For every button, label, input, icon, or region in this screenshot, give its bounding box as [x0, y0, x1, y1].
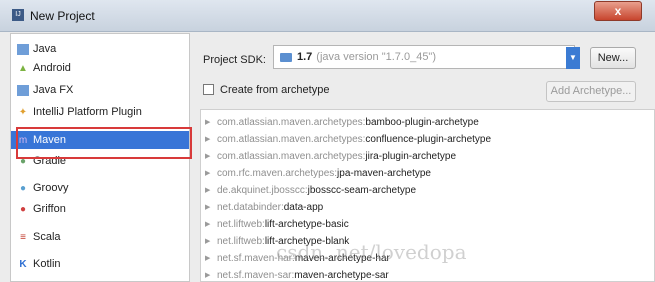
close-button[interactable]: x: [594, 1, 642, 21]
window-title: New Project: [30, 9, 95, 23]
intellij-app-icon: IJ: [12, 9, 24, 21]
project-sdk-label: Project SDK:: [203, 54, 266, 66]
sidebar-item-android[interactable]: ▲ Android: [17, 59, 185, 77]
android-icon: ▲: [18, 62, 28, 74]
expand-arrow-icon[interactable]: ▶: [205, 152, 217, 160]
sidebar-item-label: Gradle: [33, 155, 67, 167]
archetype-group: net.sf.maven-sar:: [217, 269, 295, 281]
archetype-row[interactable]: ▶ com.atlassian.maven.archetypes: conflue…: [205, 131, 645, 147]
create-from-archetype-label[interactable]: Create from archetype: [220, 84, 329, 96]
scala-icon: ≡: [20, 231, 26, 243]
chevron-down-icon[interactable]: ▼: [566, 47, 580, 69]
archetype-row[interactable]: ▶ com.atlassian.maven.archetypes: bamboo-…: [205, 114, 645, 130]
sidebar-item-scala[interactable]: ≡ Scala: [17, 228, 185, 246]
sidebar-item-label: Java: [33, 43, 57, 55]
archetype-artifact: data-app: [283, 201, 324, 213]
java-folder-icon: [17, 43, 29, 55]
project-sdk-select[interactable]: 1.7 (java version "1.7.0_45"): [273, 45, 575, 69]
project-sdk-label-text: Project SDK:: [203, 54, 266, 66]
archetype-row[interactable]: ▶ net.liftweb: lift-archetype-blank: [205, 233, 645, 249]
sidebar-item-label: Kotlin: [33, 258, 61, 270]
sidebar-item-label: Android: [33, 62, 71, 74]
maven-icon: m: [18, 134, 28, 146]
archetype-row[interactable]: ▶ net.liftweb: lift-archetype-basic: [205, 216, 645, 232]
sdk-description: (java version "1.7.0_45"): [316, 51, 437, 63]
project-type-list: Java ▲ Android Java FX ✦ IntelliJ Platfo…: [10, 33, 192, 282]
javafx-folder-icon: [17, 84, 29, 96]
archetype-group: de.akquinet.jbosscc:: [217, 184, 308, 196]
title-bar: IJ New Project x: [0, 0, 655, 32]
groovy-icon: ●: [19, 182, 27, 194]
archetype-group: com.atlassian.maven.archetypes:: [217, 133, 366, 145]
archetype-artifact: lift-archetype-basic: [264, 218, 349, 230]
sidebar-item-gradle[interactable]: ● Gradle: [17, 152, 185, 170]
archetype-group: com.atlassian.maven.archetypes:: [217, 116, 366, 128]
archetype-group: net.databinder:: [217, 201, 284, 213]
archetype-row[interactable]: ▶ net.databinder: data-app: [205, 199, 645, 215]
sidebar-item-label: IntelliJ Platform Plugin: [33, 106, 142, 118]
archetype-group: net.sf.maven-har:: [217, 252, 295, 264]
sidebar-item-label: Griffon: [33, 203, 66, 215]
expand-arrow-icon[interactable]: ▶: [205, 220, 217, 228]
kotlin-icon: K: [19, 258, 27, 270]
archetype-artifact: bamboo-plugin-archetype: [365, 116, 479, 128]
sidebar-item-label: Java FX: [33, 84, 74, 96]
archetype-row[interactable]: ▶ de.akquinet.jbosscc: jbosscc-seam-arche…: [205, 182, 645, 198]
archetype-artifact: maven-archetype-har: [294, 252, 390, 264]
sdk-version: 1.7: [297, 51, 313, 63]
archetype-artifact: lift-archetype-blank: [264, 235, 350, 247]
sidebar-item-maven[interactable]: m Maven: [11, 131, 189, 149]
add-archetype-button[interactable]: Add Archetype...: [546, 81, 636, 102]
archetype-artifact: maven-archetype-sar: [294, 269, 389, 281]
archetype-group: com.atlassian.maven.archetypes:: [217, 150, 366, 162]
sidebar-item-kotlin[interactable]: K Kotlin: [17, 255, 185, 273]
archetype-row[interactable]: ▶ net.sf.maven-har: maven-archetype-har: [205, 250, 645, 266]
expand-arrow-icon[interactable]: ▶: [205, 237, 217, 245]
expand-arrow-icon[interactable]: ▶: [205, 118, 217, 126]
expand-arrow-icon[interactable]: ▶: [205, 169, 217, 177]
sidebar-item-javafx[interactable]: Java FX: [17, 81, 185, 99]
sidebar-item-label: Groovy: [33, 182, 69, 194]
archetype-group: net.liftweb:: [217, 235, 265, 247]
sidebar-item-intellij-platform-plugin[interactable]: ✦ IntelliJ Platform Plugin: [17, 103, 185, 121]
sidebar-item-griffon[interactable]: ● Griffon: [17, 200, 185, 218]
new-sdk-button[interactable]: New...: [590, 47, 636, 69]
jdk-folder-icon: [280, 52, 292, 62]
plugin-icon: ✦: [18, 106, 28, 118]
sidebar-item-label: Scala: [33, 231, 61, 243]
expand-arrow-icon[interactable]: ▶: [205, 271, 217, 279]
expand-arrow-icon[interactable]: ▶: [205, 254, 217, 262]
archetype-group: com.rfc.maven.archetypes:: [217, 167, 338, 179]
expand-arrow-icon[interactable]: ▶: [205, 186, 217, 194]
archetype-row[interactable]: ▶ com.atlassian.maven.archetypes: jira-pl…: [205, 148, 645, 164]
archetype-group: net.liftweb:: [217, 218, 265, 230]
sidebar-item-java[interactable]: Java: [17, 40, 185, 58]
archetype-row[interactable]: ▶ com.rfc.maven.archetypes: jpa-maven-arc…: [205, 165, 645, 181]
gradle-icon: ●: [19, 155, 27, 167]
expand-arrow-icon[interactable]: ▶: [205, 203, 217, 211]
archetype-artifact: confluence-plugin-archetype: [365, 133, 492, 145]
archetype-list[interactable]: ▶ com.atlassian.maven.archetypes: bamboo-…: [200, 109, 655, 282]
create-from-archetype-checkbox[interactable]: [203, 84, 214, 95]
archetype-artifact: jbosscc-seam-archetype: [307, 184, 416, 196]
archetype-row[interactable]: ▶ net.sf.maven-sar: maven-archetype-sar: [205, 267, 645, 281]
sidebar-item-label: Maven: [33, 134, 67, 146]
archetype-artifact: jira-plugin-archetype: [365, 150, 457, 162]
project-settings-panel: Project SDK: 1.7 (java version "1.7.0_45…: [200, 33, 655, 282]
griffon-icon: ●: [19, 203, 27, 215]
archetype-artifact: jpa-maven-archetype: [337, 167, 431, 179]
expand-arrow-icon[interactable]: ▶: [205, 135, 217, 143]
sidebar-item-groovy[interactable]: ● Groovy: [17, 179, 185, 197]
